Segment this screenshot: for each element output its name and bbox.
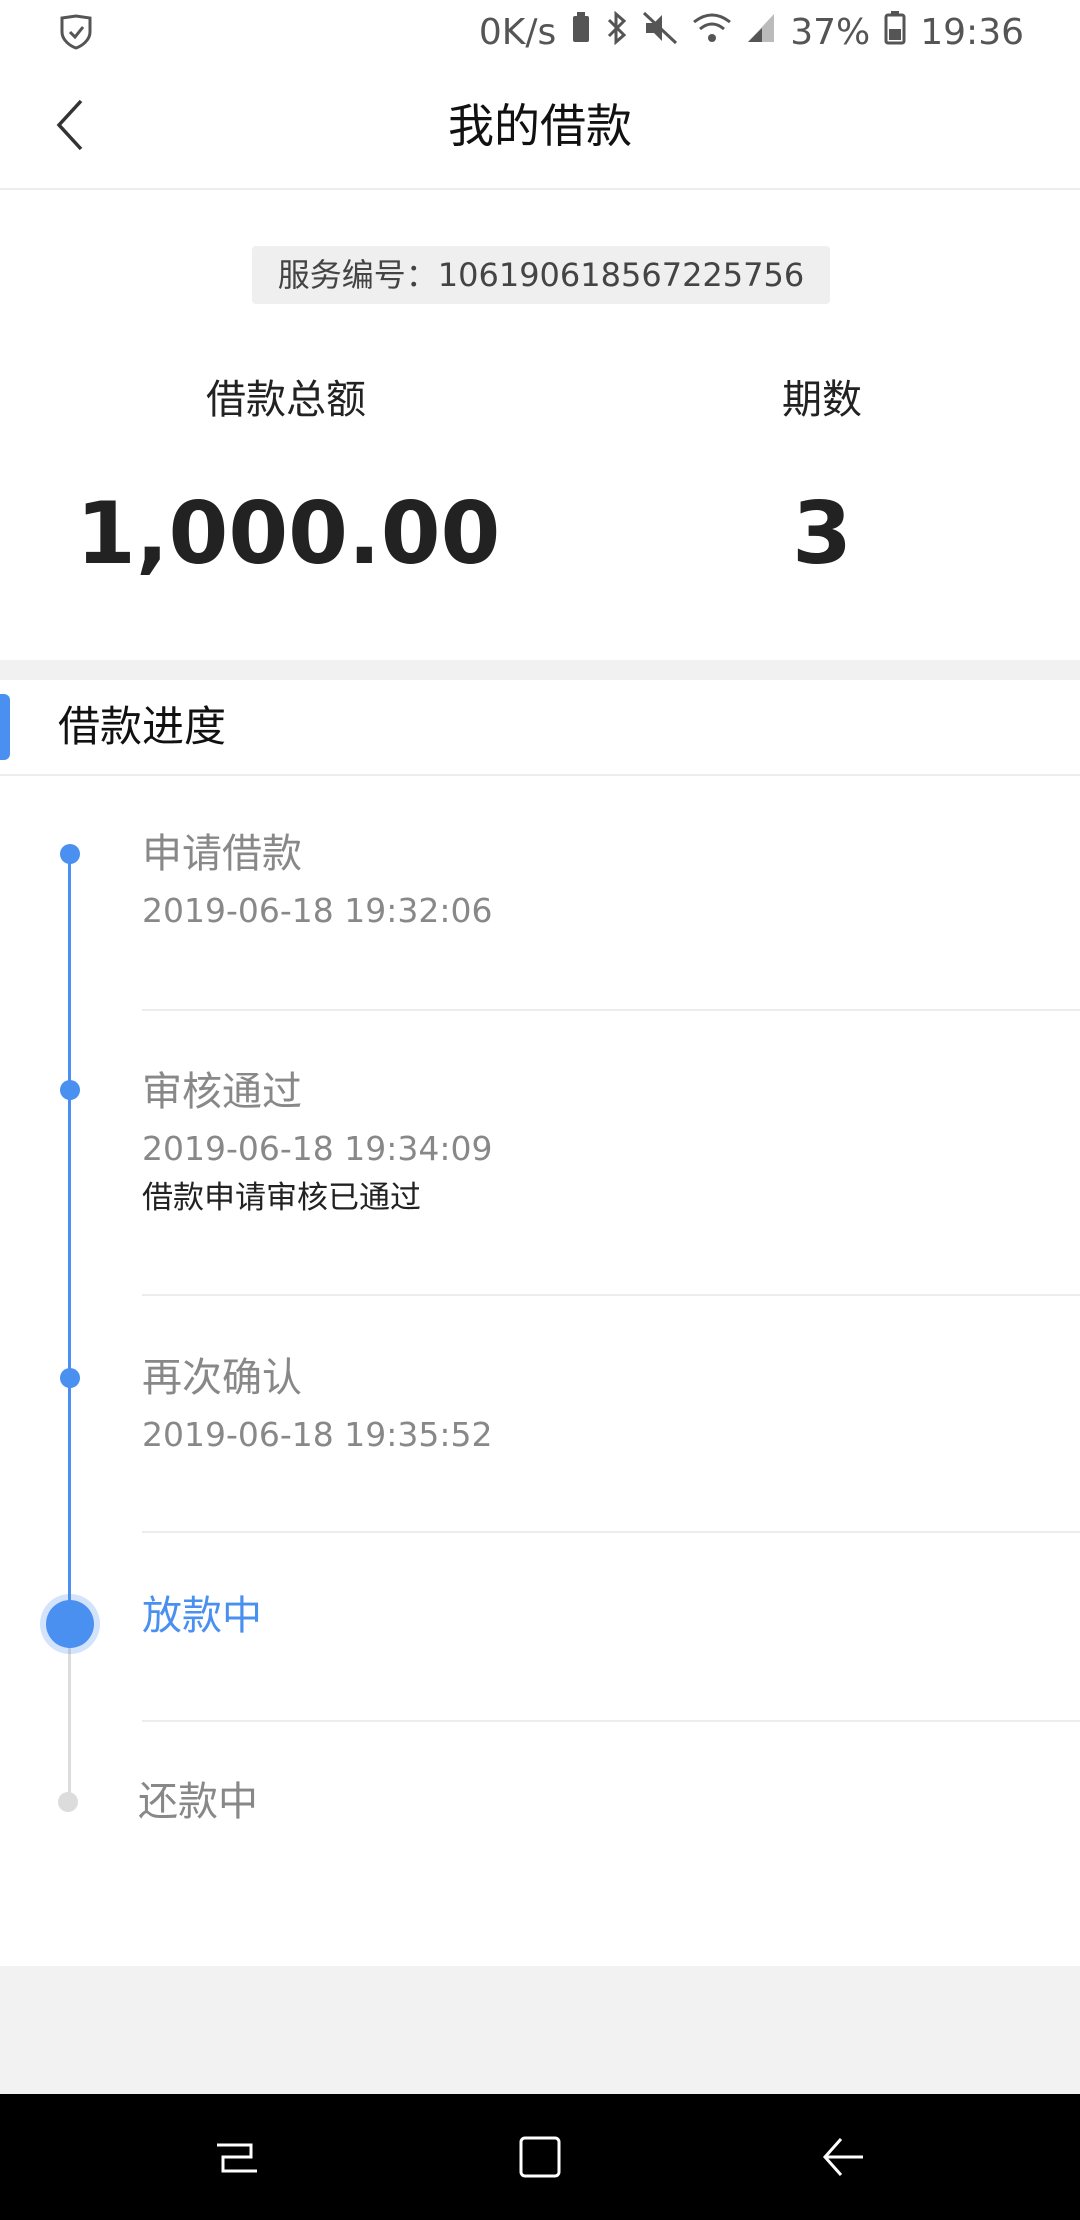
timeline-step: 审核通过 2019-06-18 19:34:09 借款申请审核已通过 [142, 1064, 1080, 1220]
system-navigation-bar [0, 2094, 1080, 2220]
timeline-dot-pending [58, 1792, 78, 1812]
step-title: 审核通过 [142, 1069, 302, 1115]
timeline-step: 再次确认 2019-06-18 19:35:52 [142, 1350, 1080, 1460]
recent-apps-icon [217, 2143, 257, 2173]
step-title: 放款中 [142, 1593, 262, 1639]
app-header: 我的借款 [0, 64, 1080, 190]
page-bottom-area [0, 1966, 1080, 2094]
loan-total-value: 1,000.00 [76, 484, 501, 584]
timeline-dot-done [60, 1368, 80, 1388]
back-arrow-icon [822, 2138, 863, 2176]
home-square-icon [519, 2136, 561, 2178]
section-divider [0, 660, 1080, 680]
loan-total-label: 借款总额 [206, 377, 366, 423]
timeline-line-done [68, 854, 71, 1624]
step-separator [142, 1531, 1080, 1533]
battery-icon [884, 10, 906, 54]
loan-total-block: 借款总额 1,000.00 [76, 364, 501, 584]
timeline-step-current: 放款中 [142, 1588, 1080, 1644]
timeline-dot-done [60, 844, 80, 864]
wifi-icon [692, 12, 732, 53]
periods-block: 期数 3 [612, 364, 1032, 584]
periods-value: 3 [792, 484, 852, 584]
progress-timeline: 申请借款 2019-06-18 19:32:06 审核通过 2019-06-18… [0, 776, 1080, 1966]
recent-apps-button[interactable] [202, 2122, 272, 2192]
step-separator [142, 1720, 1080, 1722]
service-number-badge: 服务编号：106190618567225756 [252, 246, 830, 304]
step-note: 借款申请审核已通过 [142, 1180, 421, 1216]
timeline-dot-done [60, 1080, 80, 1100]
step-title: 还款中 [138, 1779, 258, 1825]
battery-percent: 37% [790, 11, 871, 53]
network-speed: 0K/s [478, 11, 557, 53]
mute-icon [642, 11, 678, 54]
progress-section-title: 借款进度 [58, 702, 227, 751]
timeline-dot-current [46, 1600, 94, 1648]
step-time: 2019-06-18 19:35:52 [142, 1415, 493, 1454]
step-title: 再次确认 [142, 1355, 302, 1401]
step-separator [142, 1009, 1080, 1011]
step-title: 申请借款 [142, 831, 302, 877]
step-time: 2019-06-18 19:32:06 [142, 891, 493, 930]
page-title: 我的借款 [448, 99, 632, 153]
bluetooth-icon [606, 10, 628, 54]
status-bar: 0K/s 37% 19:36 [0, 0, 1080, 64]
periods-label: 期数 [782, 377, 862, 423]
battery-saver-icon [570, 11, 592, 53]
system-back-button[interactable] [808, 2122, 878, 2192]
progress-section-header: 借款进度 [0, 680, 1080, 776]
home-button[interactable] [505, 2122, 575, 2192]
timeline-step-pending: 还款中 [138, 1774, 1076, 1830]
security-shield-icon [56, 14, 96, 50]
step-separator [142, 1294, 1080, 1296]
timeline-step: 申请借款 2019-06-18 19:32:06 [142, 826, 1080, 936]
timeline-line-pending [68, 1624, 71, 1804]
section-accent-bar [0, 694, 10, 760]
step-time: 2019-06-18 19:34:09 [142, 1129, 493, 1168]
signal-icon [746, 12, 776, 53]
clock: 19:36 [920, 11, 1024, 53]
